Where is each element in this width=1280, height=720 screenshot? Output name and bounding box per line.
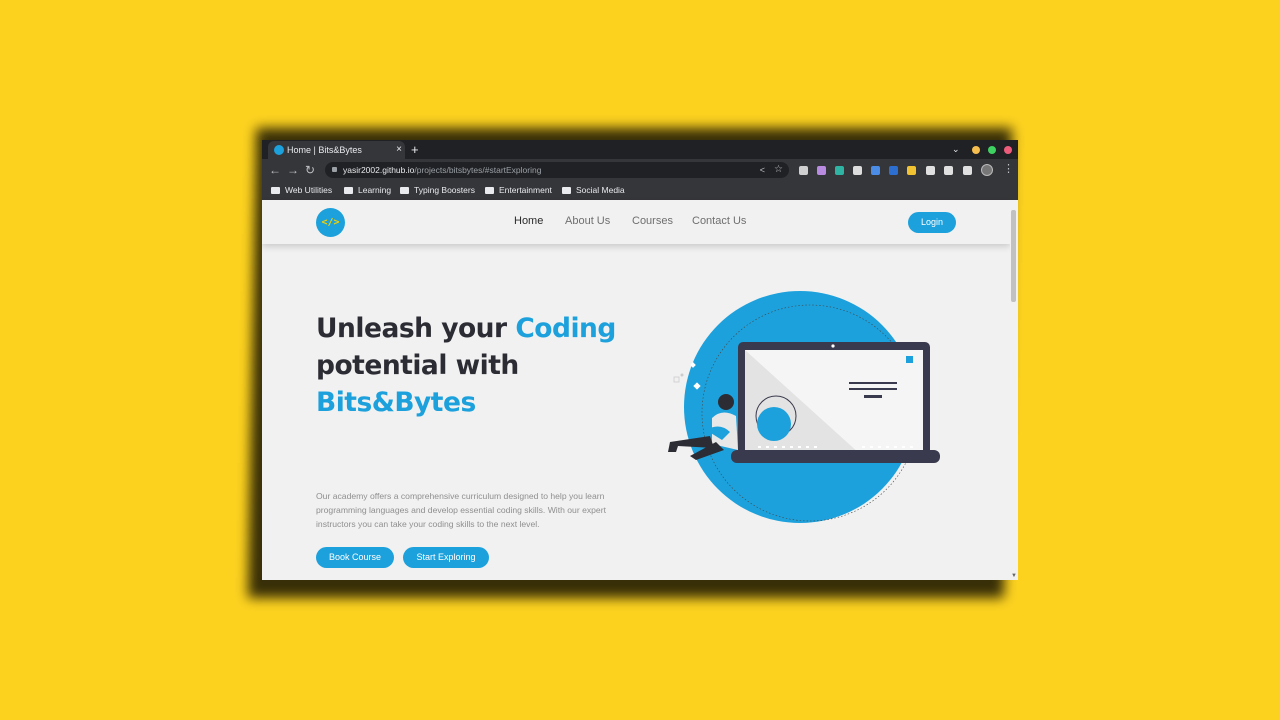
screen-text-line: [849, 388, 897, 390]
tab-close-icon[interactable]: ×: [396, 141, 402, 159]
favicon-icon: [274, 145, 284, 155]
site-logo[interactable]: </>: [316, 208, 345, 237]
address-bar[interactable]: yasir2002.github.io/projects/bitsbytes/#…: [325, 162, 789, 178]
ext-side-panel-icon[interactable]: [963, 166, 972, 175]
close-window-button[interactable]: [1004, 146, 1012, 154]
ext-puzzle-icon[interactable]: [926, 166, 935, 175]
new-tab-button[interactable]: +: [411, 140, 419, 159]
bookmark-folder[interactable]: Web Utilities: [271, 181, 332, 200]
screen-dot: [757, 407, 791, 441]
ext-crop-icon[interactable]: [853, 166, 862, 175]
nav-about-us[interactable]: About Us: [565, 215, 610, 227]
maximize-window-button[interactable]: [988, 146, 996, 154]
nav-contact-us[interactable]: Contact Us: [692, 215, 746, 227]
book-course-button[interactable]: Book Course: [316, 547, 394, 568]
folder-icon: [400, 186, 409, 194]
screen-square: [906, 356, 913, 363]
laptop-base: [731, 450, 940, 463]
ext-palette-icon[interactable]: [817, 166, 826, 175]
share-icon[interactable]: <: [760, 162, 765, 178]
ext-translate-icon[interactable]: [871, 166, 880, 175]
forward-icon[interactable]: →: [287, 162, 299, 178]
nav-home[interactable]: Home: [514, 215, 543, 227]
browser-window: Home | Bits&Bytes × + ⌄ ← → ↻ yasir2002.…: [262, 140, 1018, 580]
profile-avatar[interactable]: [981, 164, 993, 176]
ext-pdf-icon[interactable]: [889, 166, 898, 175]
bookmark-star-icon[interactable]: ☆: [774, 162, 783, 178]
page-scrollbar[interactable]: ▼: [1010, 200, 1018, 580]
hero-description: Our academy offers a comprehensive curri…: [316, 491, 606, 529]
folder-icon: [344, 186, 353, 194]
site-navbar: </> Home About Us Courses Contact Us Log…: [262, 200, 1010, 244]
tab-title: Home | Bits&Bytes: [287, 145, 362, 155]
screen-text-line: [849, 382, 897, 384]
nav-courses[interactable]: Courses: [632, 215, 673, 227]
start-exploring-button[interactable]: Start Exploring: [403, 547, 489, 568]
hero-illustration: [668, 291, 940, 523]
url-text: yasir2002.github.io/projects/bitsbytes/#…: [343, 165, 542, 175]
folder-icon: [271, 186, 280, 194]
laptop-camera: [831, 344, 835, 348]
ext-emoji-icon[interactable]: [907, 166, 916, 175]
scroll-down-icon[interactable]: ▼: [1011, 573, 1017, 579]
bookmark-folder[interactable]: Typing Boosters: [400, 181, 475, 200]
folder-icon: [485, 186, 494, 194]
back-icon[interactable]: ←: [269, 162, 281, 178]
hero-heading: Unleash your Coding potential with Bits&By…: [316, 313, 616, 418]
screen-text-line: [864, 395, 882, 398]
login-button[interactable]: Login: [908, 212, 956, 233]
browser-menu-icon[interactable]: ⋮: [1003, 162, 1014, 175]
bookmark-folder[interactable]: Social Media: [562, 181, 625, 200]
minimize-window-button[interactable]: [972, 146, 980, 154]
ext-screenshot-icon[interactable]: [799, 166, 808, 175]
web-page: </> Home About Us Courses Contact Us Log…: [262, 200, 1018, 580]
browser-tab[interactable]: Home | Bits&Bytes ×: [268, 141, 405, 159]
scrollbar-thumb[interactable]: [1011, 210, 1016, 302]
tab-strip: Home | Bits&Bytes × + ⌄: [262, 140, 1018, 159]
ext-ruler-icon[interactable]: [835, 166, 844, 175]
folder-icon: [562, 186, 571, 194]
bookmark-folder[interactable]: Learning: [344, 181, 391, 200]
lock-icon: [332, 167, 337, 172]
bookmarks-bar: Web Utilities Learning Typing Boosters E…: [262, 181, 1018, 201]
ext-reading-list-icon[interactable]: [944, 166, 953, 175]
browser-toolbar: ← → ↻ yasir2002.github.io/projects/bitsb…: [262, 159, 1018, 181]
tab-search-icon[interactable]: ⌄: [952, 140, 960, 159]
reload-icon[interactable]: ↻: [305, 162, 315, 178]
bookmark-folder[interactable]: Entertainment: [485, 181, 552, 200]
